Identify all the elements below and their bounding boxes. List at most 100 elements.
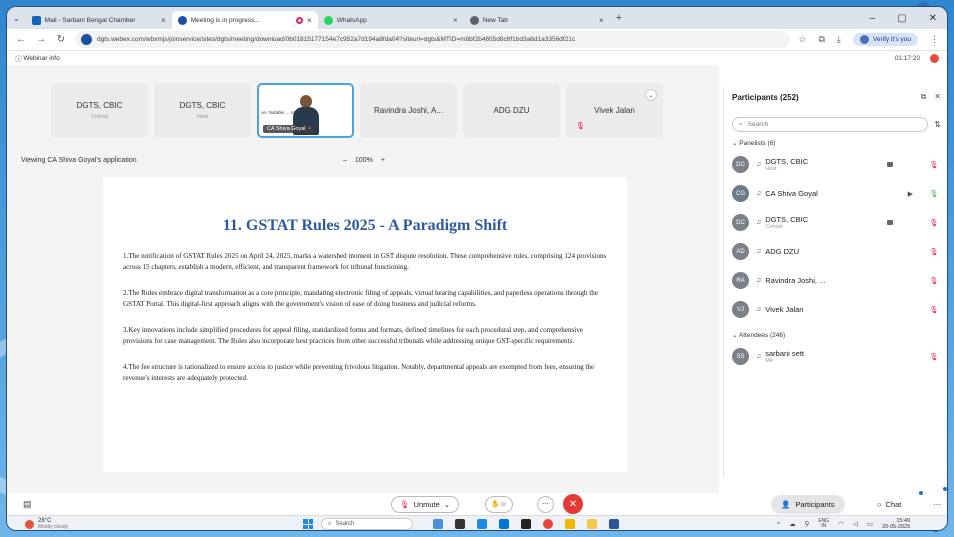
chrome-taskbar-icon[interactable]: [543, 519, 553, 529]
webinar-info-bar: ⓘ Webinar info 01:17:20: [7, 51, 947, 65]
mic-muted-icon[interactable]: 🎙: [927, 248, 941, 256]
thumbnail-name: DGTS, CBIC: [76, 101, 123, 110]
participant-search-input[interactable]: ⌕ Search: [732, 117, 929, 132]
close-icon[interactable]: ×: [599, 16, 604, 25]
minimize-icon[interactable]: –: [870, 13, 876, 24]
windows-start-icon[interactable]: [303, 519, 313, 529]
meeting-controls: ▤ 🎙 Unmute ⌄ ✋ ☺ ⋯ ✕ 👤 Participants ○ Ch…: [7, 487, 947, 515]
tab-search-icon[interactable]: ⌄: [13, 14, 20, 23]
chat-button[interactable]: ○ Chat: [877, 500, 901, 509]
verify-button[interactable]: Verify it's you: [852, 33, 918, 46]
battery-icon[interactable]: ▭: [867, 520, 873, 528]
forward-icon[interactable]: →: [35, 34, 47, 45]
taskbar-search[interactable]: ⌕ Search: [321, 518, 413, 530]
mic-muted-icon[interactable]: 🎙: [927, 219, 941, 227]
download-icon[interactable]: ⤓: [837, 34, 841, 45]
video-thumbnail[interactable]: Vivek Jalan 🎙 ⌄: [566, 83, 663, 138]
onedrive-icon[interactable]: ☁: [789, 520, 796, 528]
participant-row[interactable]: VJ ♫ Vivek Jalan 🎙: [732, 295, 941, 324]
address-bar: ← → ↻ dgts.webex.com/wbxmjs/joinservice/…: [7, 29, 947, 51]
participant-row[interactable]: CG ♫ CA Shiva Goyal ▶ 🎙: [732, 179, 941, 208]
tab-new[interactable]: New Tab ×: [464, 11, 610, 29]
captions-icon[interactable]: ▤: [23, 499, 32, 510]
more-panels-icon[interactable]: ⋯: [933, 500, 941, 509]
participant-row[interactable]: DC ♫ DGTS, CBIC Host 🎙: [732, 150, 941, 179]
tab-meeting[interactable]: Meeting is in progress... ×: [171, 11, 318, 29]
mic-muted-icon[interactable]: 🎙: [927, 161, 941, 169]
thumbnail-role: Cohost: [90, 114, 109, 120]
close-icon[interactable]: ×: [307, 16, 312, 25]
mic-muted-icon[interactable]: 🎙: [927, 306, 941, 314]
word-icon[interactable]: [609, 519, 619, 529]
terminal-icon[interactable]: [521, 519, 531, 529]
more-options-button[interactable]: ⋯: [537, 495, 554, 513]
unmute-button[interactable]: 🎙 Unmute ⌄: [391, 495, 460, 513]
zoom-level[interactable]: 100%: [355, 157, 373, 164]
zoom-in-button[interactable]: +: [381, 157, 385, 164]
tab-label: New Tab: [482, 16, 508, 24]
emoji-icon: ☺: [499, 500, 507, 508]
mic-muted-icon[interactable]: 🎙: [927, 353, 941, 361]
video-thumbnail[interactable]: DGTS, CBIC Cohost: [51, 83, 148, 138]
info-icon[interactable]: ⓘ: [15, 53, 23, 63]
participant-row[interactable]: RA ♫ Ravindra Joshi, ... 🎙: [732, 266, 941, 295]
reload-icon[interactable]: ↻: [55, 34, 67, 45]
hand-icon: ✋: [491, 501, 500, 508]
more-options-icon[interactable]: ⌄: [645, 89, 657, 101]
file-explorer-icon[interactable]: [565, 519, 575, 529]
widgets-icon[interactable]: [433, 519, 443, 529]
wifi-icon[interactable]: ◠: [838, 520, 844, 528]
edge-icon[interactable]: [477, 519, 487, 529]
popout-icon[interactable]: ⧉: [921, 92, 927, 102]
sort-icon[interactable]: ⇅: [934, 120, 941, 129]
active-speaker-thumbnail[interactable]: on. Notable … mental CA Shiva Goyal ▫: [257, 83, 354, 138]
participants-button[interactable]: 👤 Participants: [771, 494, 845, 514]
leave-indicator-icon[interactable]: [930, 53, 939, 63]
video-thumbnail-strip: DGTS, CBIC Cohost DGTS, CBIC Host on. No…: [51, 83, 663, 138]
chevron-up-icon[interactable]: ^: [777, 521, 780, 528]
close-icon[interactable]: ×: [453, 16, 458, 25]
video-thumbnail[interactable]: DGTS, CBIC Host: [154, 83, 251, 138]
panelists-section[interactable]: ⌄ Panelists (6): [732, 139, 941, 147]
maximize-icon[interactable]: ▢: [897, 13, 906, 24]
participant-row[interactable]: SS ♫ sarbani sett Me 🎙: [732, 342, 941, 371]
close-panel-icon[interactable]: ✕: [934, 92, 941, 102]
weather-widget[interactable]: 28°C Mostly cloudy: [25, 518, 68, 530]
document-paragraph: 3.Key innovations include simplified pro…: [123, 326, 583, 345]
mic-on-icon[interactable]: 🎙: [927, 190, 941, 198]
recording-icon: [296, 16, 304, 24]
clock-date: 20-05-2025: [882, 524, 911, 530]
video-thumbnail[interactable]: Ravindra Joshi, A...: [360, 83, 457, 138]
menu-icon[interactable]: ⋮: [930, 34, 939, 45]
camera-icon: ▶: [907, 190, 913, 198]
zoom-out-button[interactable]: –: [343, 157, 347, 164]
reactions-button[interactable]: ✋ ☺: [485, 495, 513, 513]
chevron-down-icon[interactable]: ⌄: [444, 500, 450, 509]
store-icon[interactable]: [499, 519, 509, 529]
tab-whatsapp[interactable]: WhatsApp ×: [318, 11, 464, 29]
url-field[interactable]: dgts.webex.com/wbxmjs/joinservice/sites/…: [75, 31, 791, 48]
task-view-icon[interactable]: [455, 519, 465, 529]
webinar-info-link[interactable]: Webinar info: [23, 55, 59, 62]
window-close-icon[interactable]: ✕: [929, 13, 937, 24]
volume-icon[interactable]: ◁: [853, 520, 858, 528]
attendees-section[interactable]: ⌄ Attendees (246): [732, 331, 941, 339]
close-icon[interactable]: ×: [161, 16, 166, 25]
folder-icon[interactable]: [587, 519, 597, 529]
clock[interactable]: 15:49 20-05-2025: [882, 518, 910, 530]
bookmark-star-icon[interactable]: ☆: [798, 34, 806, 45]
usb-icon[interactable]: ⚲: [805, 520, 810, 528]
thumbnail-role: Host: [196, 114, 209, 120]
new-tab-icon[interactable]: +: [610, 12, 628, 24]
leave-meeting-button[interactable]: ✕: [563, 494, 583, 514]
avatar: CG: [732, 185, 749, 202]
back-icon[interactable]: ←: [15, 34, 27, 45]
participant-row[interactable]: AD ♫ ADG DZU 🎙: [732, 237, 941, 266]
site-info-icon[interactable]: [81, 34, 92, 45]
tab-mail[interactable]: Mail - Sarbani Bengal Chamber ×: [26, 11, 172, 29]
mic-muted-icon[interactable]: 🎙: [927, 277, 941, 285]
extensions-icon[interactable]: ⧉: [818, 34, 824, 45]
language-indicator[interactable]: ENG IN: [818, 519, 829, 529]
participant-row[interactable]: DC ♫ DGTS, CBIC Cohost 🎙: [732, 208, 941, 237]
video-thumbnail[interactable]: ADG DZU: [463, 83, 560, 138]
